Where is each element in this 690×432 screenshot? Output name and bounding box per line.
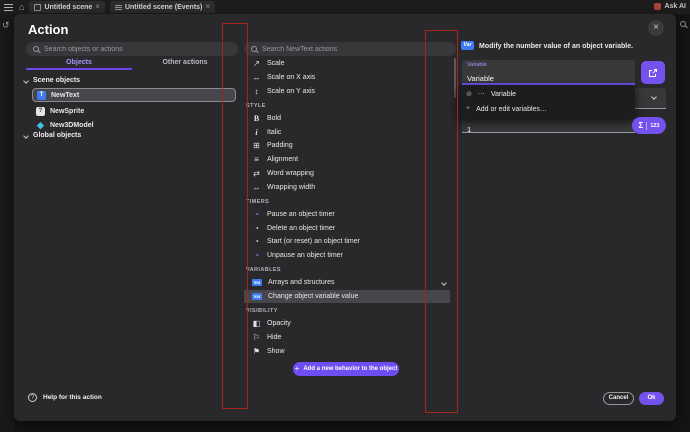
alignment-icon: ≡ xyxy=(252,155,261,164)
ask-ai-icon xyxy=(654,3,661,10)
hide-icon: ⚐ xyxy=(252,333,261,342)
actions-search-input[interactable] xyxy=(262,46,449,53)
scale-y-icon: ↕ xyxy=(252,87,261,96)
search-icon[interactable] xyxy=(680,21,686,27)
left-toolbar: ↺ xyxy=(0,14,14,432)
object-row-newtext[interactable]: T NewText xyxy=(32,88,236,102)
cancel-button[interactable]: Cancel xyxy=(603,392,634,405)
tab-untitled-scene-events[interactable]: Untitled scene (Events) × xyxy=(110,1,215,13)
variable-scope-icon: ⊘ xyxy=(466,91,472,99)
tab-close-icon[interactable]: × xyxy=(95,3,100,11)
scale-x-icon: ↔ xyxy=(252,73,261,82)
text-object-icon: T xyxy=(37,91,46,100)
menu-item-variable[interactable]: ⊘ ⋯ Variable xyxy=(458,85,635,101)
search-icon xyxy=(33,46,39,52)
action-description: Modify the number value of an object var… xyxy=(479,43,669,50)
scale-icon: ↗ xyxy=(252,59,261,68)
history-icon[interactable]: ↺ xyxy=(2,20,14,31)
events-tab-icon xyxy=(115,4,122,11)
global-objects-group[interactable]: Global objects xyxy=(24,132,81,139)
scene-tab-icon xyxy=(34,4,41,11)
opacity-icon: ◧ xyxy=(252,319,261,328)
app-window: ⌂ Untitled scene × Untitled scene (Event… xyxy=(0,0,690,432)
value-input[interactable] xyxy=(467,125,630,134)
ok-button[interactable]: Ok xyxy=(639,392,664,405)
timer-icon: ◔ xyxy=(252,210,261,219)
bold-icon: B xyxy=(252,114,261,123)
timer-icon: ◔ xyxy=(252,237,261,246)
number-type-icon: 123 xyxy=(650,123,659,129)
open-variables-editor-button[interactable] xyxy=(641,61,665,84)
ask-ai-button[interactable]: Ask AI xyxy=(654,3,686,10)
sprite-object-icon: ? xyxy=(36,107,45,116)
variable-icon: Var xyxy=(252,293,262,300)
close-icon[interactable]: × xyxy=(648,20,664,36)
annotation-rectangle xyxy=(222,23,248,409)
tab-untitled-scene[interactable]: Untitled scene × xyxy=(29,1,105,13)
object-row-newsprite[interactable]: ? NewSprite xyxy=(32,104,236,118)
top-bar: ⌂ Untitled scene × Untitled scene (Event… xyxy=(0,0,690,14)
timer-icon: ◔ xyxy=(252,224,261,233)
tab-close-icon[interactable]: × xyxy=(205,3,210,11)
show-icon: ⚑ xyxy=(252,347,261,356)
word-wrapping-icon: ⇄ xyxy=(252,169,261,178)
variable-input[interactable] xyxy=(467,74,630,83)
annotation-rectangle xyxy=(425,30,458,413)
wrapping-width-icon: ↔ xyxy=(252,183,261,192)
expression-editor-button[interactable]: Σ 123 xyxy=(632,117,666,134)
help-icon: ? xyxy=(28,393,37,402)
dialog-title: Action xyxy=(28,22,68,37)
home-icon[interactable]: ⌂ xyxy=(19,3,24,12)
variable-icon: Var xyxy=(461,41,474,50)
add-behavior-button[interactable]: + Add a new behavior to the object xyxy=(293,362,399,376)
help-link[interactable]: ? Help for this action xyxy=(28,393,102,402)
tab-objects[interactable]: Objects xyxy=(26,57,132,70)
hamburger-menu-icon[interactable] xyxy=(4,4,13,11)
left-panel-tabs: Objects Other actions xyxy=(26,57,238,70)
objects-search-input[interactable] xyxy=(44,46,231,53)
timer-icon: ◔ xyxy=(252,251,261,260)
plus-icon: + xyxy=(295,365,300,373)
objects-search xyxy=(26,42,238,56)
plus-icon: + xyxy=(466,105,470,113)
chevron-down-icon xyxy=(651,94,657,100)
padding-icon: ⊞ xyxy=(252,141,261,150)
divider xyxy=(646,122,647,130)
variable-type-icon: ⋯ xyxy=(478,91,485,99)
chevron-down-icon xyxy=(23,78,29,84)
action-item-change-variable-value[interactable]: Var Change object variable value xyxy=(244,290,450,304)
model3d-object-icon: ◆ xyxy=(36,121,45,130)
variable-field-label: Variable xyxy=(467,62,630,68)
chevron-down-icon xyxy=(23,133,29,139)
scene-objects-group[interactable]: Scene objects xyxy=(24,77,80,84)
italic-icon: i xyxy=(252,128,261,137)
variable-icon: Var xyxy=(252,279,262,286)
sigma-icon: Σ xyxy=(639,121,644,130)
object-row-new3dmodel[interactable]: ◆ New3DModel xyxy=(32,118,236,132)
menu-item-add-edit-variables[interactable]: + Add or edit variables… xyxy=(458,101,635,117)
search-icon xyxy=(251,46,257,52)
external-link-icon xyxy=(648,68,658,78)
variable-dropdown-menu: ⊘ ⋯ Variable + Add or edit variables… xyxy=(458,85,635,119)
action-dialog: Action × Objects Other actions Scene obj… xyxy=(14,14,676,421)
variable-field: Variable xyxy=(462,60,635,85)
